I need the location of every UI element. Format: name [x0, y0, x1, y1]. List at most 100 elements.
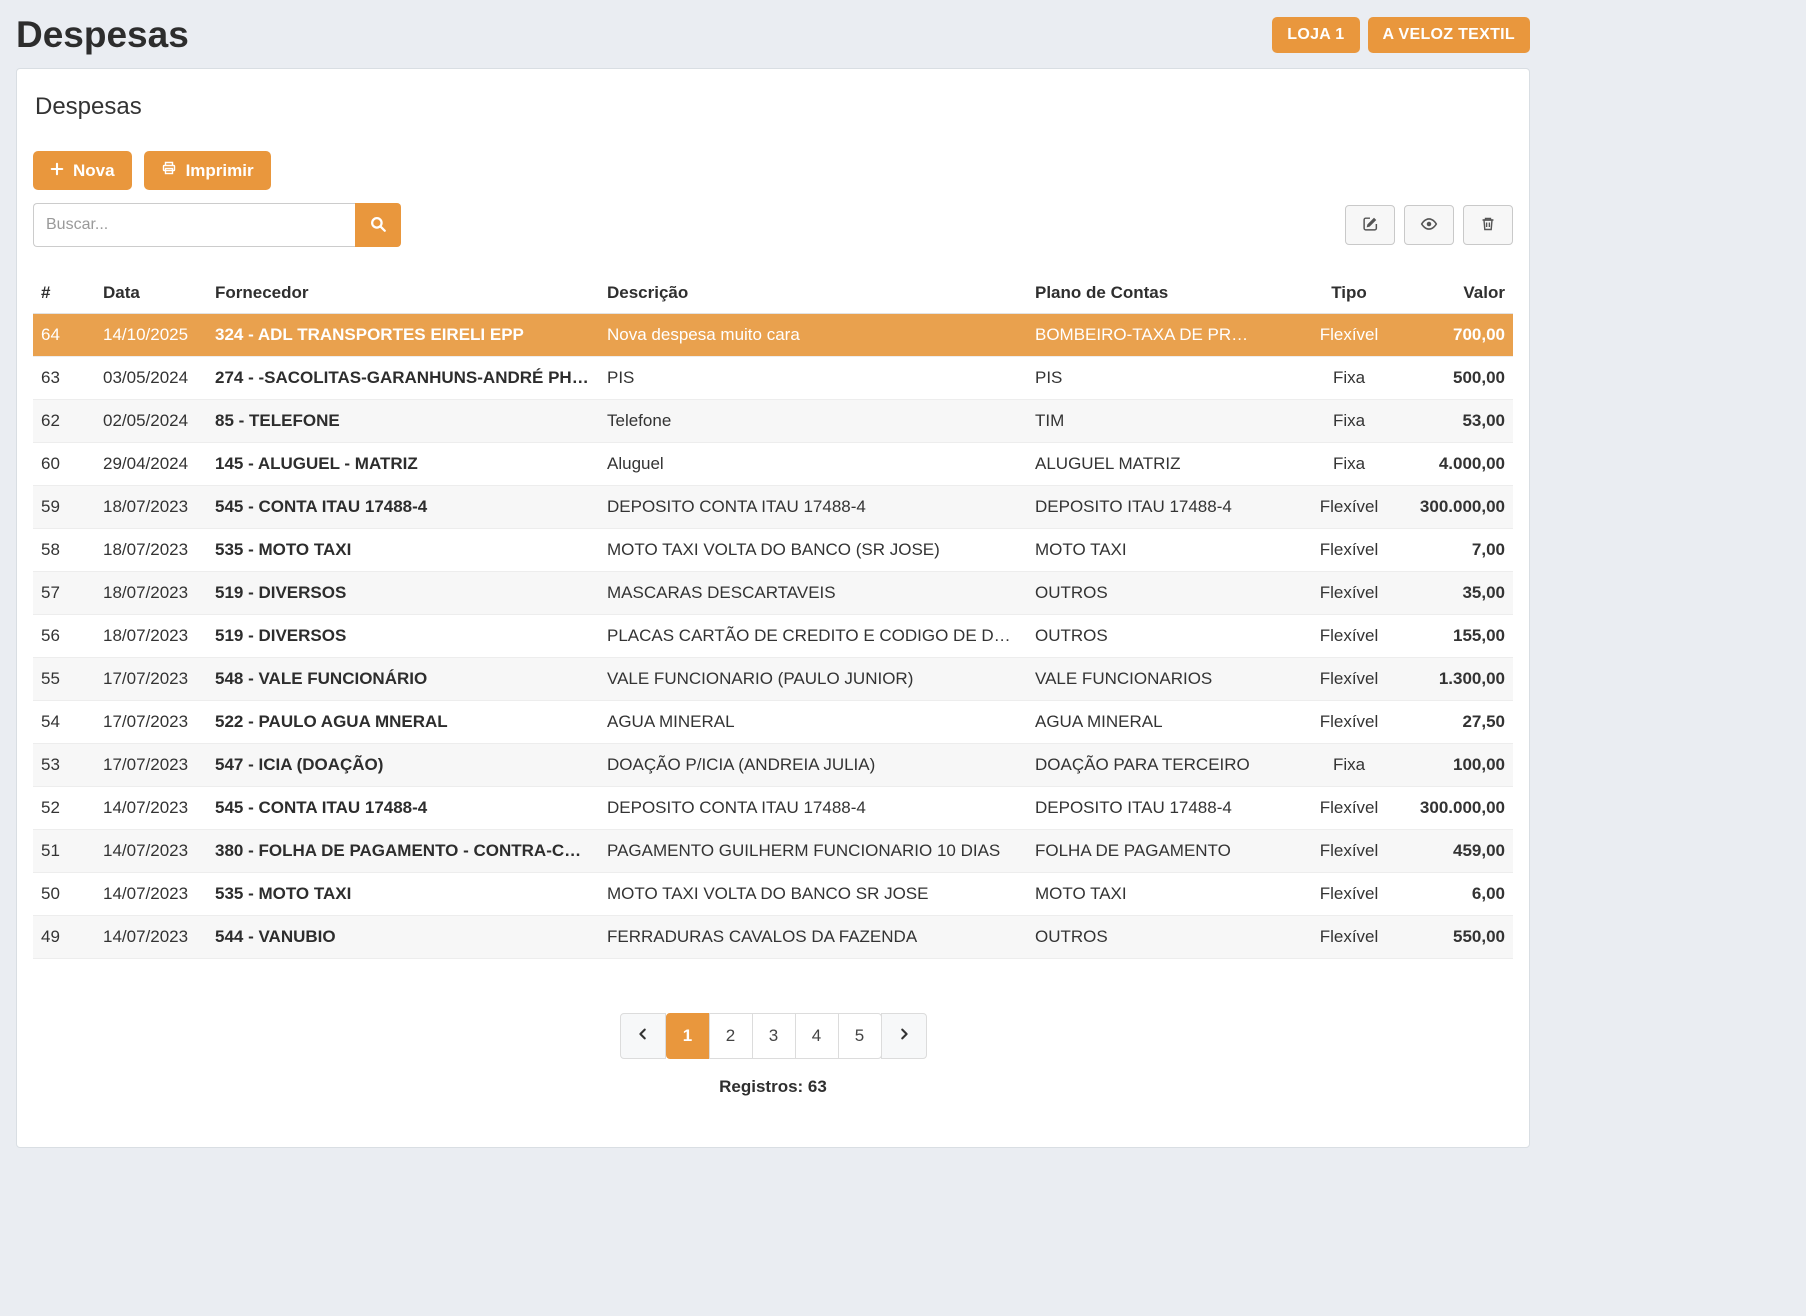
table-header: # Data Fornecedor Descrição Plano de Con… [33, 273, 1513, 314]
cell-description: Telefone [599, 400, 1027, 443]
pagination-wrap: 12345 [33, 1013, 1513, 1059]
table-row[interactable]: 5214/07/2023545 - CONTA ITAU 17488-4 DEPO… [33, 787, 1513, 830]
table-row[interactable]: 5114/07/2023380 - FOLHA DE PAGAMENTO - C… [33, 830, 1513, 873]
cell-value: 6,00 [1409, 873, 1513, 916]
pagination-page-5[interactable]: 5 [838, 1013, 882, 1059]
table-row[interactable]: 5718/07/2023519 - DIVERSOSMASCARAS DESCA… [33, 572, 1513, 615]
cell-id: 57 [33, 572, 95, 615]
cell-date: 14/07/2023 [95, 830, 207, 873]
cell-description: PIS [599, 357, 1027, 400]
cell-value: 100,00 [1409, 744, 1513, 787]
table-row[interactable]: 5918/07/2023545 - CONTA ITAU 17488-4DEPO… [33, 486, 1513, 529]
cell-description: MOTO TAXI VOLTA DO BANCO SR JOSE [599, 873, 1027, 916]
cell-value: 700,00 [1409, 314, 1513, 357]
table-row[interactable]: 4914/07/2023544 - VANUBIOFERRADURAS CAVA… [33, 916, 1513, 959]
cell-supplier: 380 - FOLHA DE PAGAMENTO - CONTRA-CH… [207, 830, 599, 873]
new-expense-button[interactable]: Nova [33, 151, 132, 190]
trash-icon [1480, 216, 1496, 235]
table-row[interactable]: 5317/07/2023547 - ICIA (DOAÇÃO)DOAÇÃO P/… [33, 744, 1513, 787]
table-row[interactable]: 5014/07/2023535 - MOTO TAXIMOTO TAXI VOL… [33, 873, 1513, 916]
toolbar: Nova Imprimir [33, 151, 1513, 190]
cell-description: AGUA MINERAL [599, 701, 1027, 744]
cell-supplier: 535 - MOTO TAXI [207, 873, 599, 916]
cell-supplier: 85 - TELEFONE [207, 400, 599, 443]
table-row[interactable]: 5818/07/2023535 - MOTO TAXIMOTO TAXI VOL… [33, 529, 1513, 572]
cell-date: 29/04/2024 [95, 443, 207, 486]
cell-supplier: 545 - CONTA ITAU 17488-4 [207, 486, 599, 529]
search-icon [369, 215, 387, 236]
pagination-page-1[interactable]: 1 [666, 1013, 710, 1059]
cell-type: Flexível [1289, 615, 1409, 658]
column-header-description: Descrição [599, 273, 1027, 314]
cell-value: 155,00 [1409, 615, 1513, 658]
pagination-page-3[interactable]: 3 [752, 1013, 796, 1059]
cell-value: 4.000,00 [1409, 443, 1513, 486]
column-header-value: Valor [1409, 273, 1513, 314]
cell-supplier: 548 - VALE FUNCIONÁRIO [207, 658, 599, 701]
table-row[interactable]: 6029/04/2024145 - ALUGUEL - MATRIZAlugue… [33, 443, 1513, 486]
cell-value: 35,00 [1409, 572, 1513, 615]
column-header-supplier: Fornecedor [207, 273, 599, 314]
cell-id: 54 [33, 701, 95, 744]
cell-id: 56 [33, 615, 95, 658]
cell-type: Fixa [1289, 443, 1409, 486]
cell-date: 14/07/2023 [95, 787, 207, 830]
cell-date: 14/10/2025 [95, 314, 207, 357]
cell-date: 18/07/2023 [95, 572, 207, 615]
cell-date: 14/07/2023 [95, 916, 207, 959]
cell-id: 52 [33, 787, 95, 830]
cell-id: 53 [33, 744, 95, 787]
table-row[interactable]: 5517/07/2023548 - VALE FUNCIONÁRIOVALE F… [33, 658, 1513, 701]
cell-id: 62 [33, 400, 95, 443]
cell-supplier: 545 - CONTA ITAU 17488-4 [207, 787, 599, 830]
store-button[interactable]: LOJA 1 [1272, 17, 1359, 53]
pagination-page-2[interactable]: 2 [709, 1013, 753, 1059]
cell-date: 03/05/2024 [95, 357, 207, 400]
table-row[interactable]: 6414/10/2025324 - ADL TRANSPORTES EIRELI… [33, 314, 1513, 357]
cell-supplier: 519 - DIVERSOS [207, 572, 599, 615]
search-button[interactable] [355, 203, 401, 247]
cell-date: 17/07/2023 [95, 744, 207, 787]
view-button[interactable] [1404, 205, 1454, 245]
search-input[interactable] [33, 203, 355, 247]
table-row[interactable]: 6303/05/2024274 - -SACOLITAS-GARANHUNS-A… [33, 357, 1513, 400]
company-button[interactable]: A VELOZ TEXTIL [1368, 17, 1531, 53]
cell-value: 1.300,00 [1409, 658, 1513, 701]
page-header: Despesas LOJA 1 A VELOZ TEXTIL [16, 0, 1530, 68]
cell-value: 500,00 [1409, 357, 1513, 400]
column-header-id: # [33, 273, 95, 314]
delete-button[interactable] [1463, 205, 1513, 245]
table-row[interactable]: 5417/07/2023522 - PAULO AGUA MNERALAGUA … [33, 701, 1513, 744]
cell-description: Nova despesa muito cara [599, 314, 1027, 357]
edit-button[interactable] [1345, 205, 1395, 245]
table-row[interactable]: 6202/05/202485 - TELEFONETelefoneTIMFixa… [33, 400, 1513, 443]
cell-plan: DOAÇÃO PARA TERCEIRO [1027, 744, 1289, 787]
row-action-buttons [1345, 205, 1513, 245]
cell-plan: DEPOSITO ITAU 17488-4 [1027, 787, 1289, 830]
cell-id: 63 [33, 357, 95, 400]
cell-plan: OUTROS [1027, 916, 1289, 959]
pagination-prev[interactable] [620, 1013, 666, 1059]
cell-date: 18/07/2023 [95, 529, 207, 572]
cell-id: 59 [33, 486, 95, 529]
cell-plan: PIS [1027, 357, 1289, 400]
cell-description: MOTO TAXI VOLTA DO BANCO (SR JOSE) [599, 529, 1027, 572]
cell-type: Fixa [1289, 400, 1409, 443]
print-label: Imprimir [186, 161, 254, 181]
print-button[interactable]: Imprimir [144, 151, 271, 190]
cell-id: 49 [33, 916, 95, 959]
column-header-plan: Plano de Contas [1027, 273, 1289, 314]
cell-date: 17/07/2023 [95, 701, 207, 744]
pagination-page-4[interactable]: 4 [795, 1013, 839, 1059]
pagination-next[interactable] [881, 1013, 927, 1059]
table-row[interactable]: 5618/07/2023519 - DIVERSOSPLACAS CARTÃO … [33, 615, 1513, 658]
cell-value: 300.000,00 [1409, 486, 1513, 529]
cell-date: 18/07/2023 [95, 486, 207, 529]
cell-description: DOAÇÃO P/ICIA (ANDREIA JULIA) [599, 744, 1027, 787]
cell-type: Flexível [1289, 787, 1409, 830]
cell-plan: AGUA MINERAL [1027, 701, 1289, 744]
cell-supplier: 324 - ADL TRANSPORTES EIRELI EPP [207, 314, 599, 357]
search-row [33, 203, 1513, 247]
cell-type: Flexível [1289, 572, 1409, 615]
cell-date: 02/05/2024 [95, 400, 207, 443]
